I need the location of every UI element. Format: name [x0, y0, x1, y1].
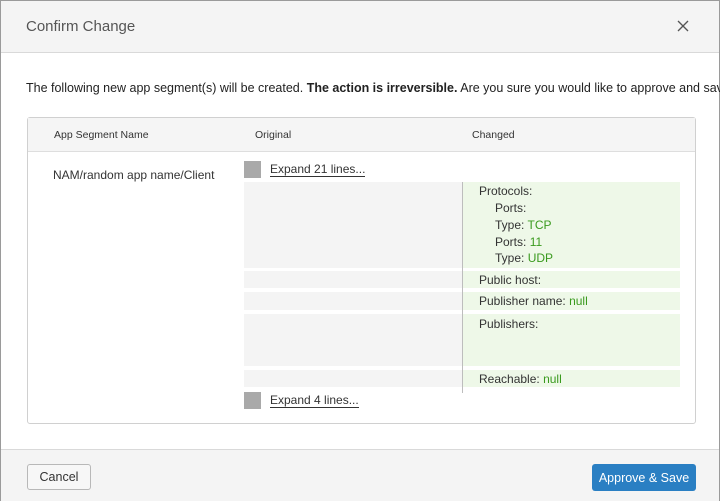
ports-label: Ports: — [495, 235, 527, 249]
header-changed: Changed — [472, 129, 515, 141]
type-udp-entry: Type: UDP — [495, 251, 553, 265]
app-segment-name: NAM/random app name/Client — [53, 168, 215, 182]
dialog-title: Confirm Change — [26, 18, 136, 35]
original-cell — [244, 271, 462, 288]
intro-text-end: Are you sure you would like to approve a… — [457, 81, 720, 95]
public-host-label: Public host: — [479, 273, 542, 287]
protocols-label: Protocols: — [479, 184, 533, 198]
expand-square-icon — [244, 161, 261, 178]
type-label: Type: — [495, 218, 525, 232]
expand-bottom-label: Expand 4 lines... — [270, 393, 359, 408]
publishers-label: Publishers: — [479, 317, 539, 331]
intro-text: The following new app segment(s) will be… — [26, 81, 720, 95]
header-original: Original — [255, 129, 292, 141]
publisher-name-value: null — [569, 294, 588, 308]
table-header: App Segment Name Original Changed — [28, 118, 695, 152]
original-cell — [244, 182, 462, 268]
original-cell — [244, 292, 462, 310]
publisher-name-entry: Publisher name: null — [479, 294, 588, 308]
reachable-entry: Reachable: null — [479, 372, 562, 386]
original-cell — [244, 370, 462, 387]
type-label: Type: — [495, 251, 525, 265]
ports-value: 11 — [529, 235, 543, 249]
reachable-label: Reachable: — [479, 372, 540, 386]
type-value: UDP — [527, 251, 554, 265]
cancel-button[interactable]: Cancel — [27, 464, 91, 490]
ports-11-entry: Ports: 11 — [495, 235, 542, 249]
diff-divider — [462, 182, 463, 393]
dialog-header: Confirm Change — [1, 1, 719, 53]
approve-and-save-button[interactable]: Approve & Save — [592, 464, 696, 491]
publisher-name-label: Publisher name: — [479, 294, 566, 308]
type-tcp-entry: Type: TCP — [495, 218, 551, 232]
intro-text-start: The following new app segment(s) will be… — [26, 81, 307, 95]
ports-label: Ports: — [495, 201, 527, 215]
header-app-segment-name: App Segment Name — [54, 129, 149, 141]
expand-square-icon — [244, 392, 261, 409]
close-icon[interactable] — [673, 16, 693, 36]
confirm-change-dialog: Confirm Change The following new app seg… — [0, 0, 720, 501]
type-value: TCP — [527, 218, 552, 232]
reachable-value: null — [543, 372, 562, 386]
segment-diff-table: App Segment Name Original Changed NAM/ra… — [27, 117, 696, 424]
original-cell — [244, 314, 462, 366]
dialog-footer: Cancel Approve & Save — [1, 449, 719, 501]
expand-top-label: Expand 21 lines... — [270, 162, 366, 177]
irreversible-warning: The action is irreversible. — [306, 81, 458, 95]
